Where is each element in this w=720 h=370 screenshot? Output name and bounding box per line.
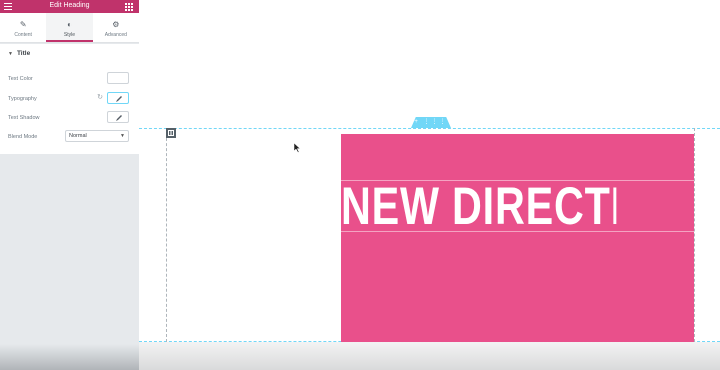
panel-tabs: ✎ Content ◐ Style ⚙ Advanced — [0, 13, 139, 43]
tab-style[interactable]: ◐ Style — [46, 13, 93, 42]
blend-mode-label: Blend Mode — [8, 134, 38, 140]
column-icon — [168, 130, 174, 136]
tab-style-label: Style — [63, 32, 76, 38]
column-outline-right — [694, 128, 695, 342]
widgets-grid-icon[interactable] — [125, 3, 133, 11]
tab-advanced[interactable]: ⚙ Advanced — [93, 13, 139, 42]
tab-advanced-label: Advanced — [104, 32, 127, 38]
text-color-picker[interactable] — [107, 72, 129, 84]
blend-mode-value: Normal — [69, 133, 87, 139]
text-shadow-label: Text Shadow — [8, 115, 40, 121]
text-shadow-edit-button[interactable] — [107, 111, 129, 123]
editor-panel: Edit Heading ✎ Content ◐ Style ⚙ Advance… — [0, 0, 139, 370]
text-color-label: Text Color — [8, 76, 33, 82]
typography-row: Typography ↻ — [8, 92, 131, 106]
chevron-down-icon: ▼ — [120, 133, 125, 139]
canvas-footer — [139, 342, 720, 370]
heading-widget[interactable]: NEW DIRECTION — [341, 180, 616, 232]
page-canvas: + ⋮⋮⋮ × NEW DIRECTION — [139, 0, 720, 370]
column-outline — [166, 128, 167, 342]
section-handle[interactable]: + ⋮⋮⋮ × — [411, 117, 451, 128]
section-title: Title — [16, 50, 31, 57]
pencil-edit-icon — [116, 115, 122, 121]
panel-header: Edit Heading — [0, 0, 139, 13]
reset-icon[interactable]: ↻ — [97, 94, 103, 102]
tab-content[interactable]: ✎ Content — [0, 13, 46, 42]
mouse-cursor-icon — [294, 143, 301, 153]
text-color-row: Text Color — [8, 72, 131, 86]
panel-footer — [0, 344, 139, 370]
column-handle[interactable] — [166, 128, 176, 138]
pencil-edit-icon — [116, 96, 122, 102]
pink-background-column[interactable] — [341, 134, 694, 342]
typography-edit-button[interactable] — [107, 92, 129, 104]
caret-down-icon: ▼ — [8, 51, 13, 57]
blend-mode-row: Blend Mode Normal ▼ — [8, 130, 131, 144]
blend-mode-select[interactable]: Normal ▼ — [65, 130, 129, 142]
tab-content-label: Content — [14, 32, 32, 38]
pencil-icon: ✎ — [19, 20, 27, 29]
gear-icon: ⚙ — [112, 20, 120, 29]
panel-title: Edit Heading — [49, 2, 90, 9]
typography-label: Typography — [8, 96, 37, 102]
section-toggle[interactable]: ▼ Title — [8, 49, 30, 59]
half-circle-icon: ◐ — [67, 20, 72, 29]
text-shadow-row: Text Shadow — [8, 111, 131, 125]
title-style-section: ▼ Title Text Color Typography ↻ Text Shad… — [0, 44, 139, 154]
